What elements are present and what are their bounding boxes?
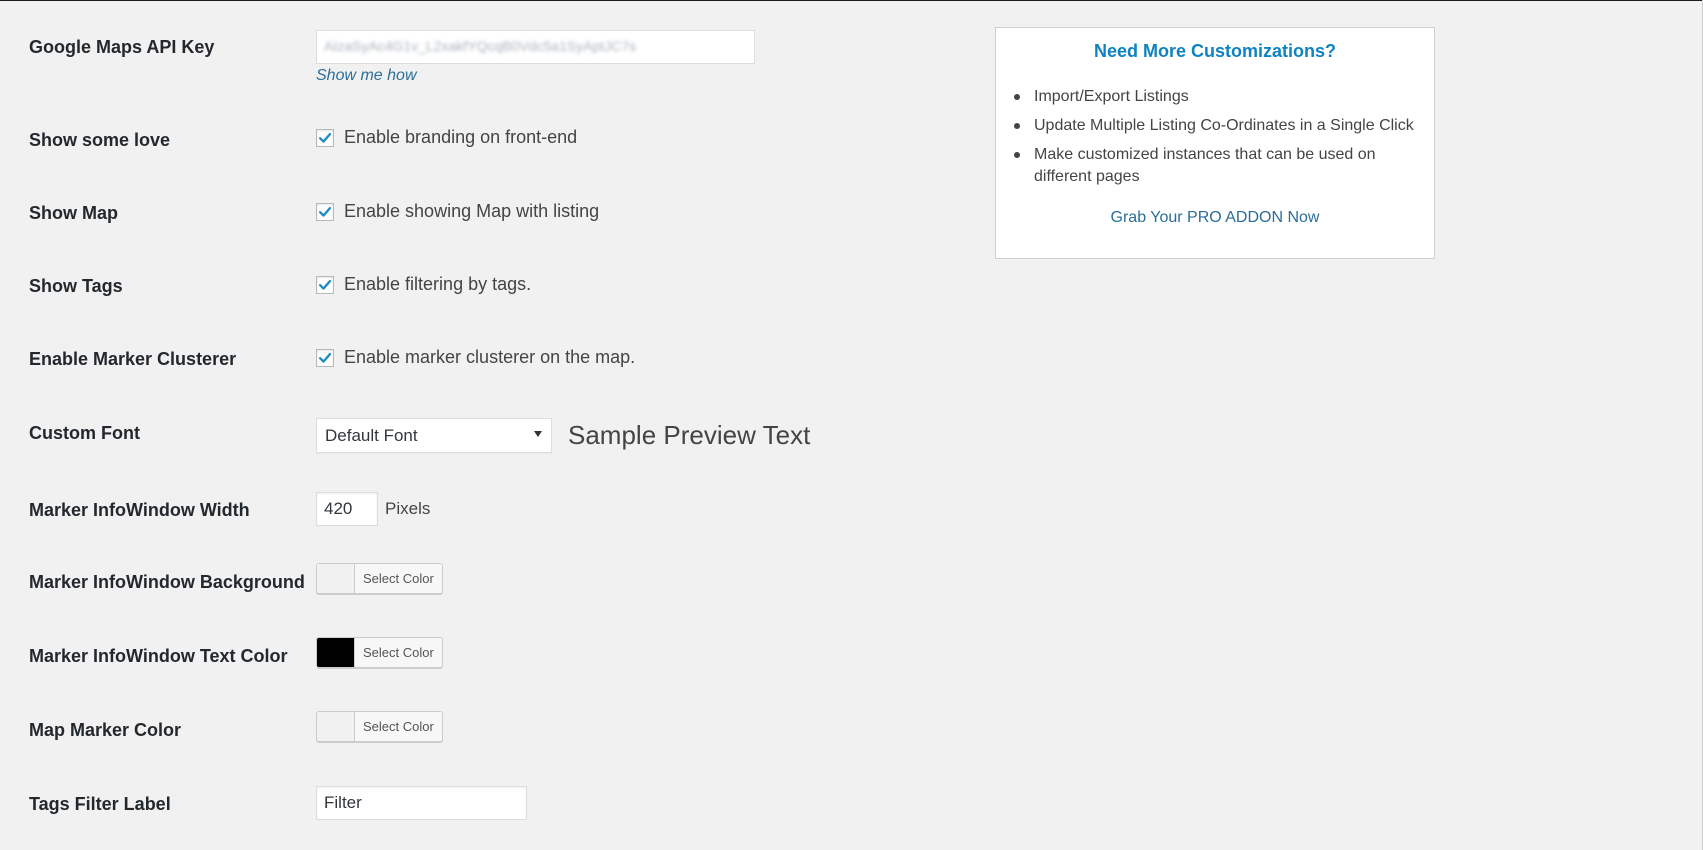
map-marker-color-field: Select Color <box>316 711 443 742</box>
promo-feature-list: Import/Export Listings Update Multiple L… <box>1014 86 1424 195</box>
select-color-label: Select Color <box>355 638 442 667</box>
show-tags-checkbox[interactable] <box>316 275 334 294</box>
font-preview-text: Sample Preview Text <box>568 420 811 450</box>
promo-title: Need More Customizations? <box>1093 41 1337 61</box>
select-color-label: Select Color <box>355 564 442 593</box>
infowindow-width-field: Pixels <box>316 492 430 526</box>
marker-clusterer-checkbox-field: Enable marker clusterer on the map. <box>316 347 635 368</box>
bullet-icon <box>1014 152 1020 158</box>
show-tags-checkbox-label[interactable]: Enable filtering by tags. <box>344 274 531 295</box>
show-map-checkbox[interactable] <box>316 202 334 221</box>
infowindow-background-color-button[interactable]: Select Color <box>316 563 443 594</box>
map-marker-color-label: Map Marker Color <box>29 720 182 740</box>
tags-filter-label-field <box>316 786 527 820</box>
branding-checkbox[interactable] <box>316 128 334 147</box>
show-map-checkbox-field: Enable showing Map with listing <box>316 201 599 222</box>
show-tags-label: Show Tags <box>29 276 123 296</box>
promo-feature-item: Import/Export Listings <box>1014 86 1424 108</box>
infowindow-text-color-label: Marker InfoWindow Text Color <box>29 646 288 666</box>
infowindow-text-color-button[interactable]: Select Color <box>316 637 443 668</box>
tags-filter-label-input[interactable] <box>316 786 527 820</box>
infowindow-background-swatch <box>317 564 355 593</box>
show-me-how-link[interactable]: Show me how <box>316 67 417 85</box>
map-marker-color-swatch <box>317 712 355 741</box>
settings-form: Google Maps API Key AIzaSyAc4G1v_L2xakfY… <box>0 0 980 850</box>
api-key-input[interactable]: AIzaSyAc4G1v_L2xakfYQcqB0Vdc5a1SyAptJC7s <box>316 30 755 64</box>
marker-clusterer-label: Enable Marker Clusterer <box>29 349 237 369</box>
custom-font-select[interactable]: Default Font <box>316 418 552 453</box>
show-tags-checkbox-field: Enable filtering by tags. <box>316 274 531 295</box>
infowindow-width-input[interactable] <box>316 492 378 526</box>
infowindow-background-label: Marker InfoWindow Background <box>29 572 305 592</box>
checkmark-icon <box>318 206 332 217</box>
dropdown-arrow-icon <box>534 431 542 437</box>
checkmark-icon <box>318 279 332 290</box>
grab-pro-addon-link[interactable]: Grab Your PRO ADDON Now <box>996 209 1434 227</box>
promo-feature-text: Make customized instances that can be us… <box>1034 146 1376 185</box>
api-key-value: AIzaSyAc4G1v_L2xakfYQcqB0Vdc5a1SyAptJC7s <box>324 38 637 54</box>
marker-clusterer-checkbox[interactable] <box>316 348 334 367</box>
checkmark-icon <box>318 132 332 143</box>
api-key-field-wrap: AIzaSyAc4G1v_L2xakfYQcqB0Vdc5a1SyAptJC7s <box>316 30 755 64</box>
promo-feature-item: Update Multiple Listing Co-Ordinates in … <box>1014 115 1424 137</box>
infowindow-text-color-swatch <box>317 638 355 667</box>
map-marker-color-button[interactable]: Select Color <box>316 711 443 742</box>
promo-feature-item: Make customized instances that can be us… <box>1014 144 1424 188</box>
infowindow-background-field: Select Color <box>316 563 443 594</box>
show-some-love-label: Show some love <box>29 130 171 150</box>
infowindow-width-label: Marker InfoWindow Width <box>29 500 250 520</box>
custom-font-selected-value: Default Font <box>325 426 418 445</box>
marker-clusterer-checkbox-label[interactable]: Enable marker clusterer on the map. <box>344 347 635 368</box>
branding-checkbox-field: Enable branding on front-end <box>316 127 577 148</box>
custom-font-field: Default Font Sample Preview Text <box>316 418 810 453</box>
custom-font-label: Custom Font <box>29 423 140 443</box>
promo-feature-text: Update Multiple Listing Co-Ordinates in … <box>1034 117 1414 134</box>
show-map-checkbox-label[interactable]: Enable showing Map with listing <box>344 201 599 222</box>
bullet-icon <box>1014 94 1020 100</box>
api-key-label: Google Maps API Key <box>29 37 215 57</box>
bullet-icon <box>1014 123 1020 129</box>
infowindow-width-unit: Pixels <box>385 499 431 518</box>
checkmark-icon <box>318 352 332 363</box>
promo-feature-text: Import/Export Listings <box>1034 88 1189 105</box>
pro-addon-promo-box: Need More Customizations? Import/Export … <box>995 27 1435 259</box>
show-map-label: Show Map <box>29 203 118 223</box>
branding-checkbox-label[interactable]: Enable branding on front-end <box>344 127 577 148</box>
select-color-label: Select Color <box>355 712 442 741</box>
infowindow-text-color-field: Select Color <box>316 637 443 668</box>
tags-filter-label-label: Tags Filter Label <box>29 794 171 814</box>
